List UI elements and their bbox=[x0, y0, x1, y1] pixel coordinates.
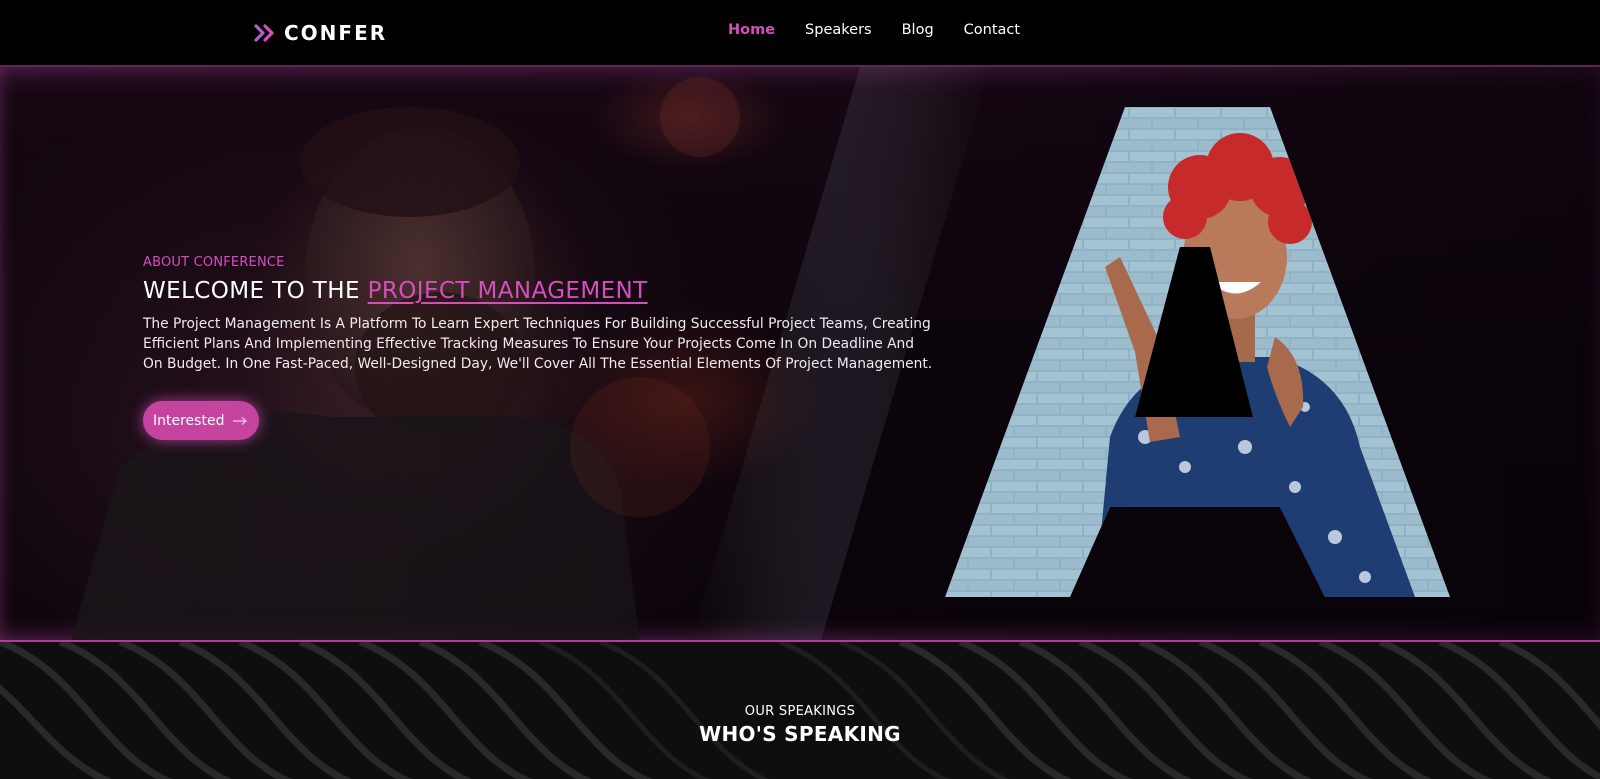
hero-title-prefix: WELCOME TO THE bbox=[143, 278, 360, 304]
double-chevron-right-icon bbox=[254, 24, 274, 42]
hero-title: WELCOME TO THE PROJECT MANAGEMENT bbox=[143, 278, 943, 304]
nav-contact[interactable]: Contact bbox=[964, 22, 1020, 38]
nav-speakers[interactable]: Speakers bbox=[805, 22, 872, 38]
speakers-section: OUR SPEAKINGS WHO'S SPEAKING bbox=[0, 642, 1600, 779]
brand-logo[interactable]: CONFER bbox=[254, 20, 387, 46]
hero-eyebrow: ABOUT CONFERENCE bbox=[143, 255, 285, 270]
hero-section: ABOUT CONFERENCE WELCOME TO THE PROJECT … bbox=[0, 65, 1600, 642]
speakers-eyebrow: OUR SPEAKINGS bbox=[744, 704, 856, 719]
brand-name: CONFER bbox=[284, 21, 388, 45]
hero-title-accent[interactable]: PROJECT MANAGEMENT bbox=[368, 278, 648, 304]
interested-button[interactable]: Interested bbox=[143, 401, 260, 440]
hero-text-block: ABOUT CONFERENCE WELCOME TO THE PROJECT … bbox=[143, 255, 943, 374]
nav-home[interactable]: Home bbox=[728, 22, 775, 38]
navbar: CONFER Home Speakers Blog Contact bbox=[0, 0, 1600, 65]
arrow-right-icon bbox=[233, 416, 248, 425]
main-nav: Home Speakers Blog Contact bbox=[728, 22, 1020, 38]
letter-a-photo-art bbox=[945, 107, 1450, 597]
hero-description: The Project Management Is A Platform To … bbox=[143, 316, 933, 372]
interested-button-label: Interested bbox=[153, 412, 225, 429]
nav-blog[interactable]: Blog bbox=[902, 22, 934, 38]
speakers-title: WHO'S SPEAKING bbox=[699, 722, 901, 746]
